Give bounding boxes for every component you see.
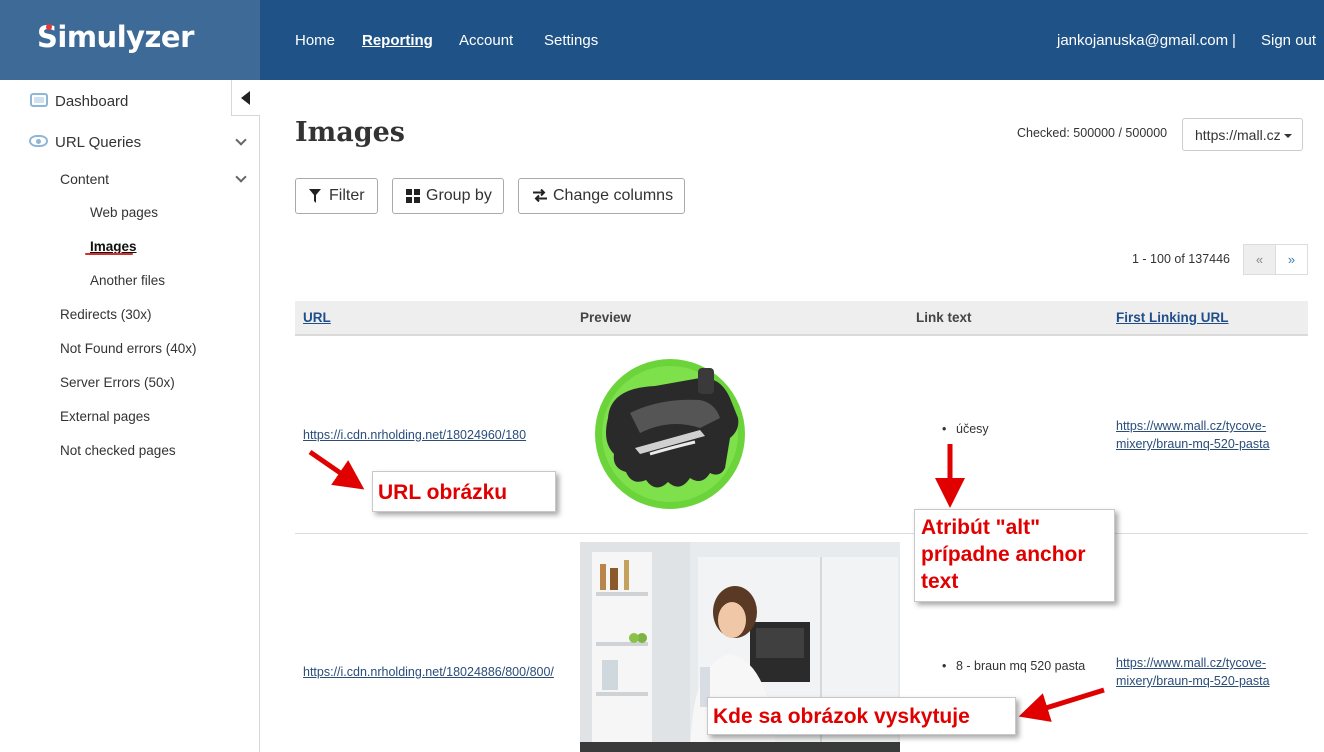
- annotation-alt-line-2: prípadne anchor: [921, 543, 1086, 566]
- arrow-to-location-callout: [1018, 687, 1105, 722]
- annotation-location-callout: Kde sa obrázok vyskytuje: [707, 697, 1016, 735]
- annotation-alt-line-1: Atribút "alt": [921, 516, 1041, 539]
- annotation-url-callout: URL obrázku: [372, 471, 556, 512]
- annotation-arrows: [308, 444, 1105, 722]
- annotation-alt-callout: Atribút "alt" prípadne anchor text: [914, 509, 1115, 602]
- annotation-alt-line-3: text: [921, 570, 959, 593]
- arrow-to-url-callout: [308, 449, 365, 490]
